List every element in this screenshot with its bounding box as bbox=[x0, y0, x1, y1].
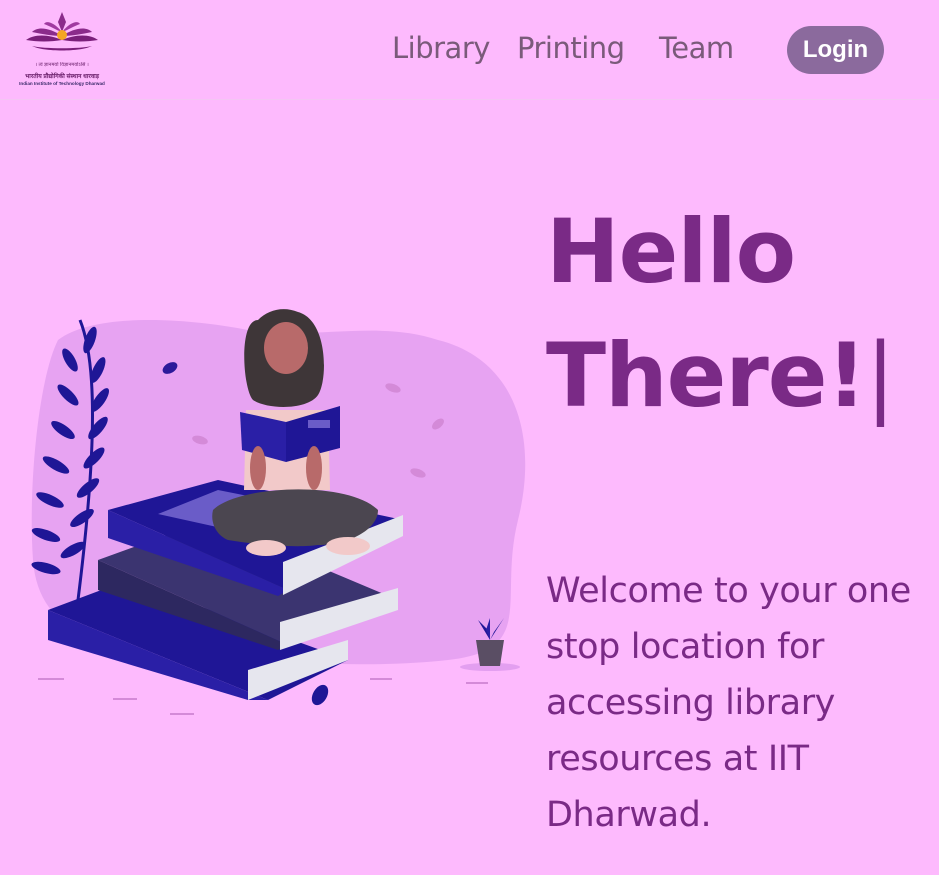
nav-link-team[interactable]: Team bbox=[659, 28, 734, 68]
logo-hindi-name: भारतीय प्रौद्योगिकी संस्थान धारवाड़ bbox=[25, 74, 99, 80]
lotus-logo-icon bbox=[26, 12, 98, 51]
reading-woman-illustration bbox=[18, 300, 543, 720]
iit-dharwad-logo[interactable]: । त्वं ज्ञानमयो विज्ञानमयोऽसि । भारतीय प… bbox=[14, 8, 110, 90]
hero-heading: Hello There!| bbox=[546, 190, 926, 438]
logo-motto: । त्वं ज्ञानमयो विज्ञानमयोऽसि । bbox=[35, 62, 89, 68]
login-button[interactable]: Login bbox=[787, 26, 884, 74]
typing-cursor: | bbox=[865, 324, 896, 427]
hero-heading-line2: There! bbox=[546, 324, 867, 427]
hero-heading-line1: Hello bbox=[546, 200, 796, 303]
navbar: । त्वं ज्ञानमयो विज्ञानमयोऽसि । भारतीय प… bbox=[0, 0, 939, 100]
nav-link-library[interactable]: Library bbox=[392, 28, 490, 68]
logo-english-name: Indian Institute of Technology Dharwad bbox=[19, 81, 105, 86]
welcome-text: Welcome to your one stop location for ac… bbox=[546, 571, 911, 835]
nav-link-printing[interactable]: Printing bbox=[517, 28, 625, 68]
